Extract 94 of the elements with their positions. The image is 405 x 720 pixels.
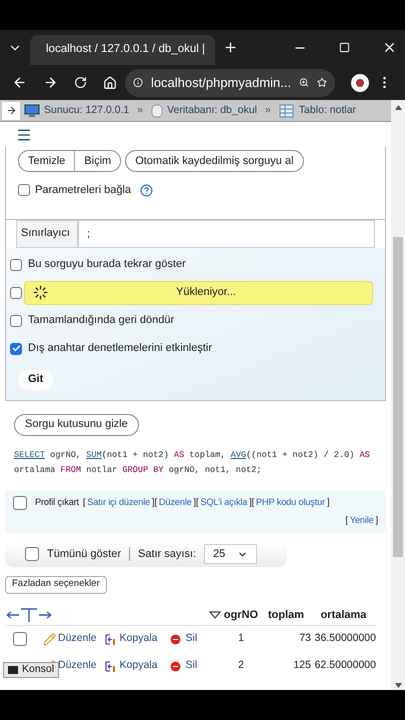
checkbox[interactable] [10, 286, 22, 298]
spinner-icon [33, 285, 48, 300]
table-cell-text: 73 [298, 631, 311, 646]
action-link[interactable]: SQL'i açıkla [200, 496, 248, 510]
delimiter-field[interactable]: ; [78, 220, 375, 248]
breadcrumb-separator: » [137, 102, 144, 118]
rows-count-select[interactable]: 25 [204, 544, 258, 564]
bracket: [ [196, 496, 198, 509]
bracket: ] [327, 496, 330, 509]
bracket: ] [194, 496, 196, 509]
sql-query: SELECT ogrNO, SUM(not1 + not2) AS toplam, AVG((not1 + not2) / 2.0) AS ortalama FROM notlar GROUP BY ogrNO, not1, not2; [13, 448, 371, 476]
menu-icon [16, 127, 32, 143]
checkbox[interactable] [13, 496, 27, 510]
loading-text: Yükleniyor... [175, 285, 237, 300]
home-icon[interactable] [103, 76, 117, 90]
table-cell-text: 2 [237, 658, 245, 674]
checkbox[interactable] [10, 314, 22, 326]
go-button[interactable]: Git [18, 370, 54, 390]
option-label: Bu sorguyu burada tekrar göster [28, 257, 186, 272]
profile-label: Profil çıkart [35, 496, 79, 509]
action-link[interactable]: Düzenle [158, 496, 192, 510]
reload-icon[interactable] [74, 76, 87, 89]
help-icon[interactable] [140, 184, 153, 197]
new-tab-icon[interactable] [223, 40, 238, 55]
action-link[interactable]: Yenile [350, 514, 374, 528]
option-label: Tamamlandığında geri döndür [28, 313, 174, 328]
pencil-icon [43, 632, 56, 646]
checkbox[interactable] [18, 184, 30, 196]
bracket: ] [376, 514, 378, 527]
rows-count-label: Satır sayısı: [138, 547, 196, 562]
bracket: [ [345, 514, 348, 527]
copy-icon [104, 632, 118, 646]
database-icon [151, 104, 164, 118]
column-resize-icon[interactable] [5, 607, 53, 624]
delimiter-label: Sınırlayıcı [16, 220, 78, 248]
delete-icon [169, 632, 182, 646]
tab-title: localhost / 127.0.0.1 / db_okul | [46, 42, 205, 58]
table-cell-text: 36.50000000 [314, 631, 376, 646]
arrow-icon [6, 105, 16, 116]
console-button[interactable]: Konsol [3, 662, 60, 678]
monitor-icon [24, 104, 40, 118]
column-header[interactable]: ogrNO [221, 606, 261, 624]
bracket: ] [152, 496, 154, 509]
close-icon[interactable] [382, 40, 397, 55]
bracket: [ [82, 496, 86, 509]
checkbox[interactable] [25, 547, 39, 562]
scrollbar-thumb[interactable] [393, 236, 403, 556]
query-button[interactable]: Biçim [74, 151, 120, 171]
address-bar[interactable]: localhost/phpmyadmin... [125, 68, 335, 96]
copy-link[interactable]: Kopyala [120, 631, 158, 647]
bracket: [ [154, 496, 157, 509]
action-link[interactable]: Satır içi düzenle [87, 496, 150, 510]
breadcrumb-separator: » [265, 102, 271, 118]
collapse-button[interactable] [2, 102, 20, 120]
table-icon [278, 104, 295, 118]
edit-link[interactable]: Düzenle [58, 631, 97, 647]
maximize-icon[interactable] [339, 42, 350, 53]
info-icon[interactable] [133, 76, 143, 89]
breadcrumb-link[interactable]: Veritabanı: db_okul [167, 102, 257, 118]
breadcrumb-link[interactable]: Sunucu: 127.0.0.1 [44, 102, 130, 118]
extra-options-button[interactable]: Fazladan seçenekler [5, 576, 107, 594]
table-cell-text: 62.50000000 [314, 658, 376, 674]
show-all-label: Tümünü göster [47, 547, 121, 562]
checkbox-label: Parametreleri bağla [35, 183, 131, 198]
delete-link[interactable]: Sil [185, 631, 198, 647]
edit-link[interactable]: Düzenle [58, 658, 97, 674]
copy-icon [104, 660, 118, 673]
delete-icon [169, 660, 182, 673]
option-label: Dış anahtar denetlemelerini etkinleştir [28, 341, 212, 356]
zoom-icon[interactable] [299, 76, 310, 89]
bracket: [ [252, 496, 254, 509]
checkbox[interactable] [13, 632, 27, 646]
copy-link[interactable]: Kopyala [120, 658, 158, 674]
forward-icon[interactable] [43, 75, 58, 90]
table-cell-text: 1 [237, 631, 245, 646]
hide-query-box-button[interactable]: Sorgu kutusunu gizle [14, 414, 139, 436]
console-icon [8, 666, 18, 674]
bracket: ] [249, 496, 252, 509]
table-cell-text: 125 [292, 658, 311, 674]
sort-icon[interactable] [209, 611, 221, 620]
column-header[interactable]: toplam [261, 606, 311, 624]
action-link[interactable]: PHP kodu oluştur [256, 496, 326, 510]
checkbox[interactable] [10, 258, 22, 270]
bookmark-icon[interactable] [317, 76, 327, 89]
scroll-down-icon[interactable] [394, 683, 402, 688]
scroll-up-icon[interactable] [394, 105, 402, 110]
back-icon[interactable] [12, 75, 27, 90]
breadcrumb-link[interactable]: Tablo: notlar [298, 102, 356, 118]
column-header[interactable]: ortalama [311, 606, 376, 624]
autosave-button[interactable]: Otomatik kaydedilmiş sorguyu al [125, 150, 304, 172]
delete-link[interactable]: Sil [185, 658, 198, 674]
profile-avatar[interactable] [351, 74, 369, 92]
checkbox[interactable] [10, 342, 22, 354]
browser-tab[interactable]: localhost / 127.0.0.1 / db_okul | [30, 35, 215, 65]
